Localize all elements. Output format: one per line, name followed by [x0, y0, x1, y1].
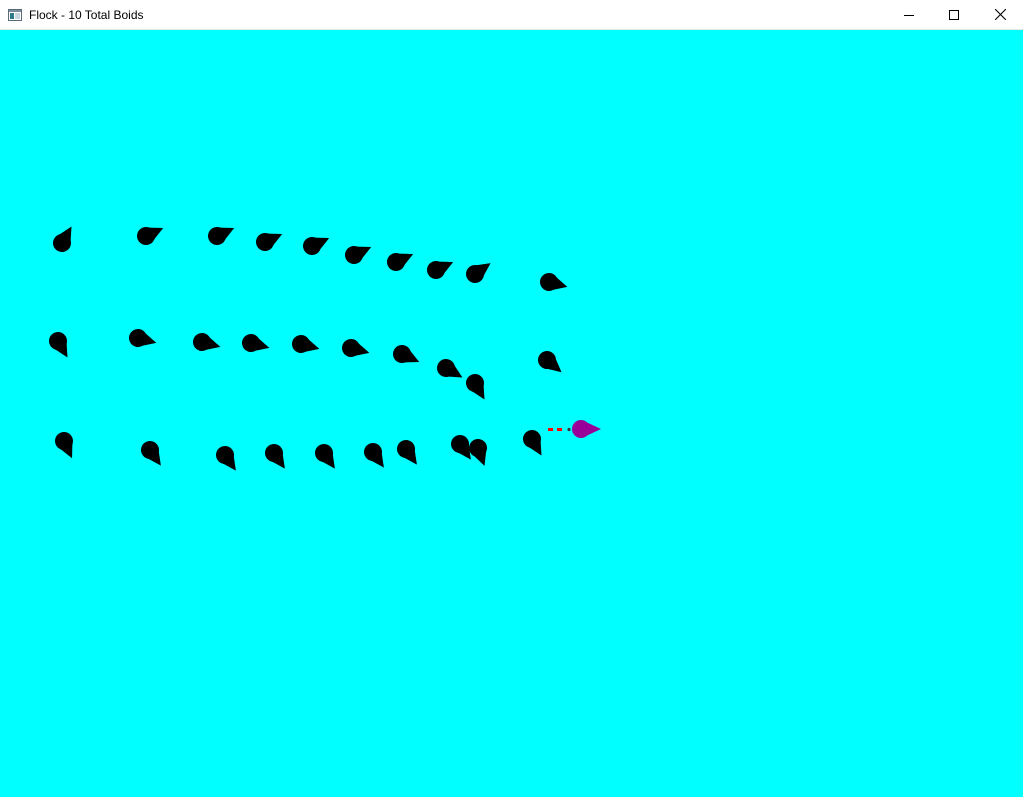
window-title: Flock - 10 Total Boids [29, 8, 144, 22]
app-window: Flock - 10 Total Boids [0, 0, 1023, 797]
title-bar[interactable]: Flock - 10 Total Boids [0, 0, 1023, 30]
maximize-icon [949, 9, 959, 20]
simulation-canvas[interactable] [0, 30, 1023, 797]
maximize-button[interactable] [931, 0, 977, 29]
simulation-surface[interactable] [0, 30, 1023, 797]
close-icon [994, 9, 1006, 20]
minimize-button[interactable] [886, 0, 932, 29]
leader-trail-dot [567, 427, 571, 432]
minimize-icon [904, 14, 914, 16]
app-window-icon [8, 9, 22, 21]
canvas-background [0, 30, 1023, 797]
leader-trail-dash [548, 428, 553, 431]
close-button[interactable] [977, 0, 1023, 29]
leader-trail-dash [557, 428, 562, 431]
